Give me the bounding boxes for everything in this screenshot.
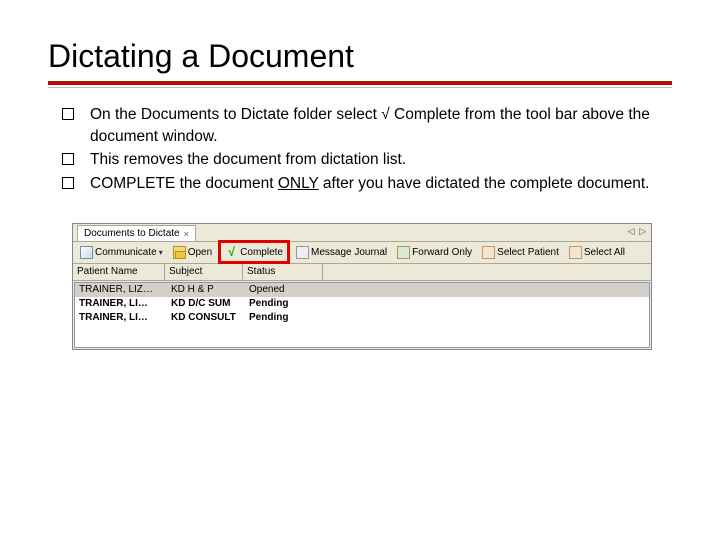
table-row[interactable]: TRAINER, LI… KD CONSULT Pending — [75, 311, 649, 325]
open-button[interactable]: Open — [168, 243, 217, 261]
select-patient-icon — [482, 246, 495, 259]
table-row-empty — [75, 325, 649, 347]
cell-subject: KD H & P — [167, 284, 245, 295]
tab-label: Documents to Dictate — [84, 228, 180, 239]
forward-only-button[interactable]: Forward Only — [392, 243, 477, 261]
cell-status: Pending — [245, 298, 325, 309]
chevron-down-icon: ▾ — [159, 248, 163, 257]
button-label: Select Patient — [497, 247, 559, 258]
button-label: Open — [188, 247, 212, 258]
header-patient-name[interactable]: Patient Name — [73, 264, 165, 280]
bullet-item: COMPLETE the document ONLY after you hav… — [58, 173, 672, 195]
bullet-item: On the Documents to Dictate folder selec… — [58, 104, 672, 147]
select-all-icon — [569, 246, 582, 259]
column-headers: Patient Name Subject Status — [73, 264, 651, 281]
check-icon: √ — [225, 246, 238, 259]
header-subject[interactable]: Subject — [165, 264, 243, 280]
cell-patient: TRAINER, LI… — [75, 298, 167, 309]
close-icon[interactable]: × — [184, 229, 189, 239]
cell-patient: TRAINER, LI… — [75, 312, 167, 323]
tab-bar: Documents to Dictate × ◁ ▷ — [73, 224, 651, 242]
cell-subject: KD CONSULT — [167, 312, 245, 323]
tab-documents-to-dictate[interactable]: Documents to Dictate × — [77, 225, 196, 241]
button-label: Communicate — [95, 247, 157, 258]
complete-button[interactable]: √ Complete — [221, 243, 287, 261]
journal-icon — [296, 246, 309, 259]
table-row[interactable]: TRAINER, LI… KD D/C SUM Pending — [75, 297, 649, 311]
title-rule — [48, 81, 672, 88]
highlight-complete: √ Complete — [218, 240, 290, 264]
folder-open-icon — [173, 246, 186, 259]
toolbar: Communicate ▾ Open √ Complete Message Jo… — [73, 242, 651, 264]
button-label: Complete — [240, 247, 283, 258]
communicate-icon — [80, 246, 93, 259]
bullet-item: This removes the document from dictation… — [58, 149, 672, 171]
cell-status: Opened — [245, 284, 325, 295]
table-row[interactable]: TRAINER, LIZ… KD H & P Opened — [75, 283, 649, 297]
bullet-list: On the Documents to Dictate folder selec… — [48, 104, 672, 195]
cell-patient: TRAINER, LIZ… — [75, 284, 167, 295]
message-journal-button[interactable]: Message Journal — [291, 243, 392, 261]
slide-title: Dictating a Document — [48, 38, 672, 75]
select-all-button[interactable]: Select All — [564, 243, 630, 261]
button-label: Select All — [584, 247, 625, 258]
button-label: Message Journal — [311, 247, 387, 258]
select-patient-button[interactable]: Select Patient — [477, 243, 564, 261]
document-grid: TRAINER, LIZ… KD H & P Opened TRAINER, L… — [74, 282, 650, 348]
app-screenshot: Documents to Dictate × ◁ ▷ Communicate ▾… — [72, 223, 652, 350]
communicate-button[interactable]: Communicate ▾ — [75, 243, 168, 261]
cell-status: Pending — [245, 312, 325, 323]
button-label: Forward Only — [412, 247, 472, 258]
forward-icon — [397, 246, 410, 259]
bullet-text: COMPLETE the document ONLY after you hav… — [90, 175, 649, 192]
cell-subject: KD D/C SUM — [167, 298, 245, 309]
tab-nav-arrows[interactable]: ◁ ▷ — [628, 226, 647, 237]
header-status[interactable]: Status — [243, 264, 323, 280]
